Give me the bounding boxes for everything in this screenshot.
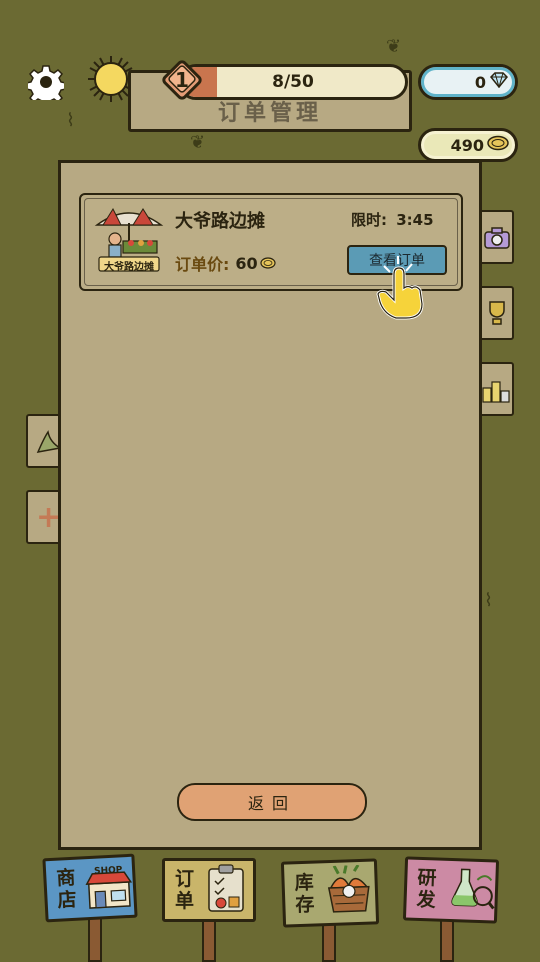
nav-shop[interactable]: 商店 SHOP (42, 853, 138, 923)
research-flask-icon (446, 865, 496, 917)
nav-orders-label: 订单 (175, 868, 195, 912)
settings-gear-icon[interactable] (26, 62, 66, 102)
sign-post (322, 922, 336, 962)
coin-icon (260, 257, 276, 269)
stall-image: 大爷路边摊 (93, 203, 165, 275)
time-limit: 限时: 3:45 (351, 209, 434, 230)
coin-counter[interactable]: 490 (418, 128, 518, 162)
nav-shop-label: 商店 (55, 866, 78, 912)
tutorial-hand-pointer-icon (372, 252, 428, 322)
nav-storage-label: 库存 (294, 871, 315, 917)
order-name: 大爷路边摊 (175, 211, 265, 232)
clipboard-icon (205, 863, 249, 917)
grass-decoration: ⌇ (66, 110, 75, 131)
price-label: 订单价: (175, 255, 230, 274)
diamond-count: 0 (474, 72, 486, 92)
vegetable-basket-icon (324, 864, 374, 921)
xp-bar: 8/50 (178, 64, 408, 100)
sign-post (202, 918, 216, 962)
grass-decoration: ❦ (190, 132, 206, 153)
shop-sign-text: SHOP (93, 865, 123, 877)
level-badge: 1 (158, 56, 206, 104)
nav-orders[interactable]: 订单 (162, 858, 256, 922)
diamond-icon (489, 72, 509, 92)
grass-decoration: ❦ (386, 36, 402, 57)
grass-decoration: ⌇ (484, 590, 493, 611)
nav-research[interactable]: 研发 (402, 856, 500, 924)
stall-sign-text: 大爷路边摊 (104, 262, 154, 273)
coin-icon (487, 135, 509, 155)
price-value: 60 (235, 253, 258, 273)
xp-text: 8/50 (272, 72, 314, 92)
shop-icon: SHOP (84, 864, 134, 910)
coin-count: 490 (450, 135, 484, 155)
order-price: 订单价: 60 (175, 251, 276, 275)
back-button[interactable]: 返回 (177, 783, 367, 821)
time-label: 限时: (351, 211, 387, 229)
level-number: 1 (175, 68, 189, 92)
diamond-counter[interactable]: 0 (418, 64, 518, 100)
nav-storage[interactable]: 库存 (280, 858, 380, 928)
time-value: 3:45 (396, 211, 434, 229)
sign-post (440, 918, 454, 962)
nav-research-label: 研发 (416, 866, 437, 912)
